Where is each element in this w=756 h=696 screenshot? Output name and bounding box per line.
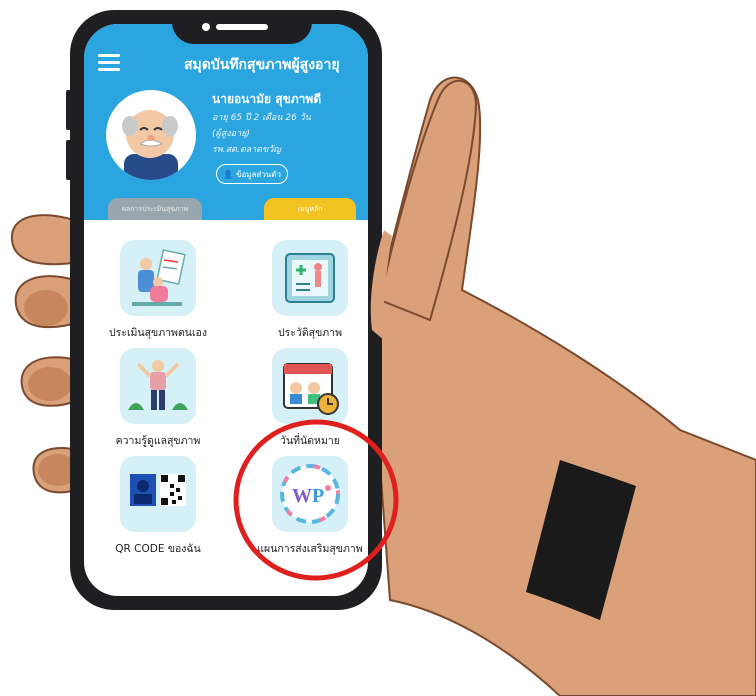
appointment-calendar-icon[interactable] [272, 348, 348, 424]
menu-label-health-knowledge[interactable]: ความรู้ดูแลสุขภาพ [88, 432, 228, 449]
hamburger-menu-icon[interactable] [98, 54, 120, 72]
wellness-plan-icon[interactable]: W P [272, 456, 348, 532]
volume-button [66, 90, 71, 130]
tab-health-results[interactable]: ผลการประเมินสุขภาพ [108, 198, 202, 220]
app-screen: สมุดบันทึกสุขภาพผู้สูงอายุ นายอนามัย สุข… [84, 24, 368, 596]
menu-label-self-assessment[interactable]: ประเมินสุขภาพตนเอง [88, 324, 228, 341]
qr-code-icon[interactable] [120, 456, 196, 532]
health-knowledge-icon[interactable] [120, 348, 196, 424]
svg-text:W: W [292, 485, 312, 507]
tab-main-menu[interactable]: เมนูหลัก [264, 198, 356, 220]
user-name: นายอนามัย สุขภาพดี [212, 92, 322, 106]
user-role: (ผู้สูงอายุ) [212, 129, 250, 139]
menu-label-wellness-plan[interactable]: แผนการส่งเสริมสุขภาพ [226, 540, 368, 557]
user-hospital: รพ.สต.ตลาดขวัญ [212, 145, 281, 155]
svg-text:P: P [312, 485, 324, 507]
avatar [106, 90, 196, 180]
profile-button[interactable]: 👤 ข้อมูลส่วนตัว [216, 164, 288, 184]
menu-label-health-history[interactable]: ประวัติสุขภาพ [240, 324, 368, 341]
health-history-icon[interactable] [272, 240, 348, 316]
app-header: สมุดบันทึกสุขภาพผู้สูงอายุ นายอนามัย สุข… [84, 24, 368, 220]
menu-label-appointments[interactable]: วันที่นัดหมาย [240, 432, 368, 449]
self-assessment-icon[interactable] [120, 240, 196, 316]
phone-notch [172, 10, 312, 44]
app-title: สมุดบันทึกสุขภาพผู้สูงอายุ [184, 57, 340, 73]
user-age: อายุ 65 ปี 2 เดือน 26 วัน [212, 113, 311, 123]
volume-button [66, 140, 71, 180]
person-icon: 👤 [223, 169, 233, 179]
menu-label-qr-code[interactable]: QR CODE ของฉัน [88, 540, 228, 557]
profile-button-label: ข้อมูลส่วนตัว [235, 169, 281, 179]
